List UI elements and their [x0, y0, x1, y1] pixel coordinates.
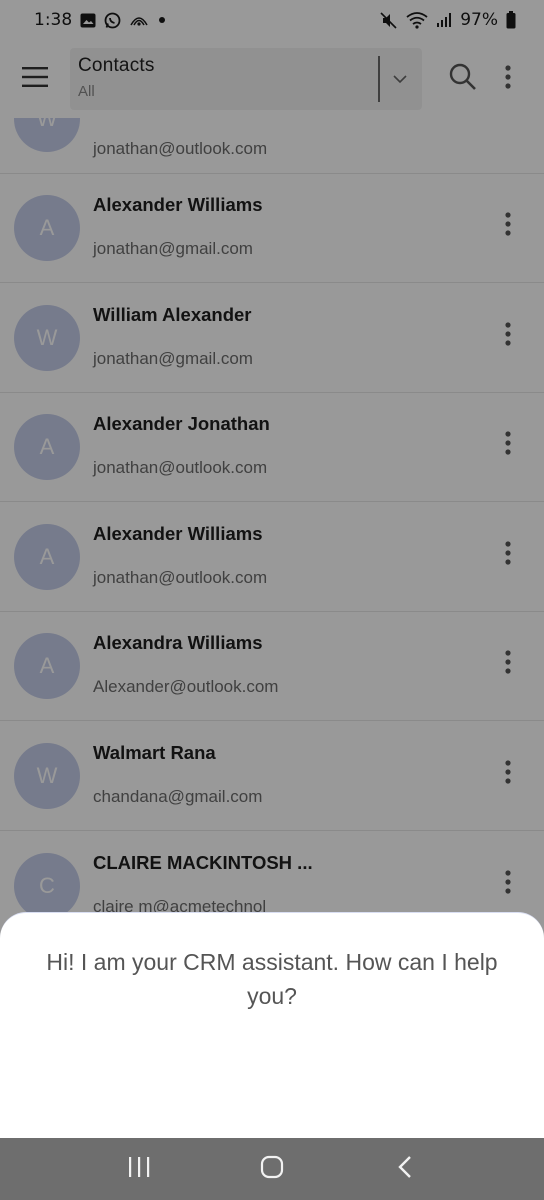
assistant-greeting: Hi! I am your CRM assistant. How can I h…	[46, 949, 498, 1009]
recents-button[interactable]	[109, 1144, 169, 1194]
back-icon	[397, 1155, 413, 1183]
back-button[interactable]	[375, 1144, 435, 1194]
assistant-bottom-sheet[interactable]: Hi! I am your CRM assistant. How can I h…	[0, 912, 544, 1138]
home-button[interactable]	[242, 1144, 302, 1194]
recents-icon	[127, 1156, 151, 1182]
system-nav-bar	[0, 1138, 544, 1200]
home-icon	[260, 1155, 284, 1183]
